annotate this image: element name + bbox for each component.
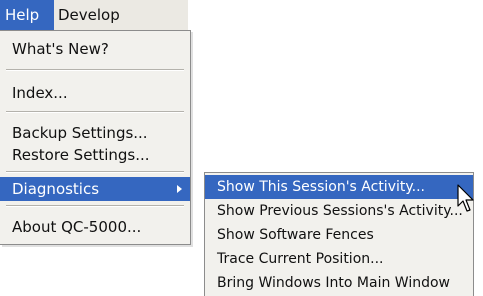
mouse-pointer-icon <box>457 184 474 212</box>
menu-help[interactable]: Help <box>0 0 54 30</box>
menu-item-backup-settings[interactable]: Backup Settings... <box>0 121 190 145</box>
chevron-right-icon <box>177 185 182 193</box>
menu-item-index[interactable]: Index... <box>0 81 190 105</box>
menu-separator <box>6 69 184 71</box>
menu-item-about[interactable]: About QC-5000... <box>0 215 190 239</box>
menu-bar: Help Develop <box>0 0 188 30</box>
menu-separator <box>6 111 184 113</box>
menu-separator <box>6 205 184 207</box>
menu-item-diagnostics-label: Diagnostics <box>12 180 100 198</box>
submenu-item-trace-current-position[interactable]: Trace Current Position... <box>205 247 473 271</box>
menu-item-whats-new[interactable]: What's New? <box>0 37 190 61</box>
menu-item-diagnostics[interactable]: Diagnostics <box>0 177 190 201</box>
help-menu-dropdown: What's New? Index... Backup Settings... … <box>0 30 191 245</box>
menu-separator <box>6 171 184 173</box>
application-window: Help Develop What's New? Index... Backup… <box>0 0 483 296</box>
diagnostics-submenu: Show This Session's Activity... Show Pre… <box>204 172 474 296</box>
submenu-item-show-previous-sessions[interactable]: Show Previous Sessions's Activity... <box>205 199 473 223</box>
submenu-item-show-software-fences[interactable]: Show Software Fences <box>205 223 473 247</box>
submenu-item-bring-windows[interactable]: Bring Windows Into Main Window <box>205 271 473 295</box>
menu-develop[interactable]: Develop <box>56 0 120 30</box>
submenu-item-show-this-session[interactable]: Show This Session's Activity... <box>205 175 473 199</box>
menu-item-restore-settings[interactable]: Restore Settings... <box>0 143 190 167</box>
